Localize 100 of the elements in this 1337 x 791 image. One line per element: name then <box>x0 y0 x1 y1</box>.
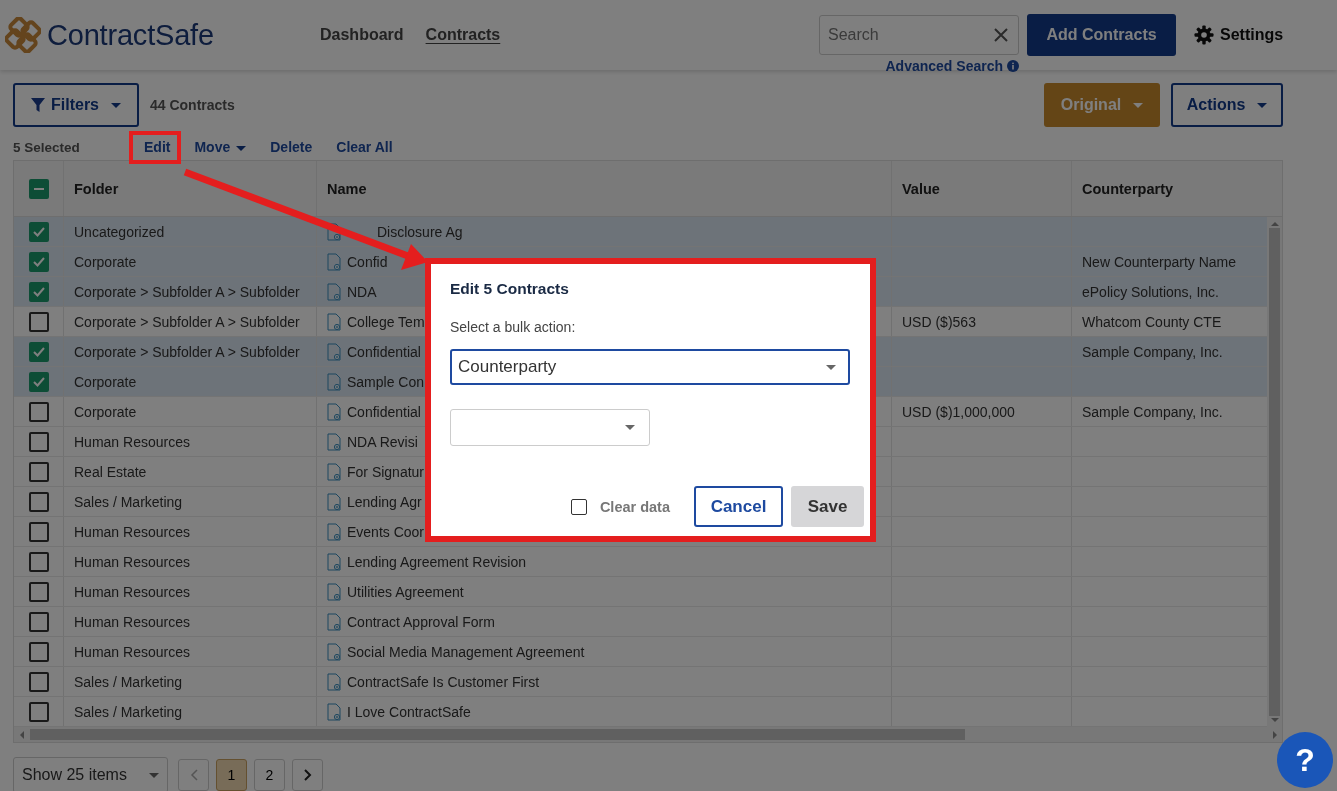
chevron-left-icon <box>189 769 198 781</box>
row-checkbox[interactable] <box>28 521 49 542</box>
cancel-button[interactable]: Cancel <box>694 486 783 527</box>
vertical-scrollbar[interactable] <box>1267 217 1282 727</box>
document-icon <box>327 342 341 361</box>
table-cell[interactable]: Contract Approval Form <box>347 613 495 630</box>
bulk-action-link[interactable]: Delete <box>270 139 313 155</box>
document-icon <box>327 672 341 691</box>
row-checkbox[interactable] <box>28 491 49 512</box>
row-checkbox[interactable] <box>28 221 49 242</box>
row-checkbox[interactable] <box>28 461 49 482</box>
column-header[interactable]: Folder <box>64 161 317 216</box>
row-checkbox[interactable] <box>28 311 49 332</box>
table-cell[interactable]: Utilities Agreement <box>347 583 464 600</box>
document-icon <box>327 462 341 481</box>
column-header[interactable]: Name <box>317 161 892 216</box>
document-icon <box>327 252 341 271</box>
table-cell: ePolicy Solutions, Inc. <box>1082 283 1219 300</box>
add-contracts-button[interactable]: Add Contracts <box>1027 14 1176 56</box>
bulk-action-link[interactable]: Clear All <box>336 139 393 155</box>
table-cell[interactable]: Disclosure Ag <box>377 223 463 240</box>
nav-link[interactable]: Contracts <box>425 26 501 44</box>
row-checkbox[interactable] <box>28 251 49 272</box>
table-cell[interactable]: ContractSafe Is Customer First <box>347 673 540 690</box>
page-button[interactable]: 1 <box>216 759 247 791</box>
next-page-button[interactable] <box>292 759 323 791</box>
logo-icon <box>5 17 41 53</box>
row-checkbox[interactable] <box>28 401 49 422</box>
document-icon <box>327 642 341 661</box>
table-cell[interactable]: Social Media Management Agreement <box>347 643 585 660</box>
dialog-title: Edit 5 Contracts <box>450 280 570 298</box>
settings-icon[interactable] <box>1194 25 1214 45</box>
table-cell: Sample Company, Inc. <box>1082 403 1223 420</box>
column-header[interactable]: Value <box>892 161 1072 216</box>
table-cell[interactable]: Confid <box>347 253 388 270</box>
table-cell: Sales / Marketing <box>74 493 183 510</box>
document-icon <box>327 492 341 511</box>
document-icon <box>327 522 341 541</box>
table-cell: USD ($)1,000,000 <box>902 403 1015 420</box>
row-checkbox[interactable] <box>28 551 49 572</box>
table-cell: Real Estate <box>74 463 147 480</box>
filters-button[interactable]: Filters <box>13 83 139 127</box>
filter-icon <box>31 98 45 112</box>
row-checkbox[interactable] <box>28 371 49 392</box>
page-size-dropdown[interactable]: Show 25 items <box>13 757 168 791</box>
bulk-action-link[interactable]: Move <box>194 139 247 155</box>
column-header[interactable]: Counterparty <box>1072 161 1282 216</box>
table-cell: Whatcom County CTE <box>1082 313 1222 330</box>
table-cell: Human Resources <box>74 553 190 570</box>
table-cell[interactable]: NDA Revisi <box>347 433 418 450</box>
close-icon[interactable] <box>993 27 1009 43</box>
table-cell: Corporate <box>74 373 137 390</box>
table-cell: Human Resources <box>74 523 190 540</box>
nav-link[interactable]: Dashboard <box>320 26 404 44</box>
selected-count: 5 Selected <box>13 139 81 155</box>
table-cell: USD ($)563 <box>902 313 976 330</box>
table-cell[interactable]: For Signatur <box>347 463 425 480</box>
table-cell: Corporate > Subfolder A > Subfolder <box>74 283 300 300</box>
search-field[interactable]: Search <box>819 15 1019 55</box>
row-checkbox[interactable] <box>28 671 49 692</box>
page-button[interactable]: 2 <box>254 759 285 791</box>
table-cell: Corporate <box>74 403 137 420</box>
table-cell[interactable]: Sample Con <box>347 373 425 390</box>
settings-link[interactable]: Settings <box>1220 26 1284 44</box>
table-cell: Corporate > Subfolder A > Subfolder <box>74 343 300 360</box>
row-checkbox[interactable] <box>28 581 49 602</box>
document-icon <box>327 372 341 391</box>
document-icon <box>327 222 341 241</box>
table-cell: Uncategorized <box>74 223 165 240</box>
table-cell[interactable]: Events Coor <box>347 523 425 540</box>
row-checkbox[interactable] <box>28 701 49 722</box>
select-all-checkbox[interactable] <box>28 178 49 199</box>
row-checkbox[interactable] <box>28 281 49 302</box>
table-cell[interactable]: I Love ContractSafe <box>347 703 471 720</box>
clear-data-label[interactable]: Clear data <box>599 498 670 515</box>
row-checkbox[interactable] <box>28 611 49 632</box>
table-cell[interactable]: Lending Agr <box>347 493 422 510</box>
checkmark-icon <box>32 256 45 267</box>
document-icon <box>327 702 341 721</box>
table-cell: Sample Company, Inc. <box>1082 343 1223 360</box>
help-button[interactable]: ? <box>1277 732 1333 788</box>
horizontal-scrollbar[interactable] <box>14 727 1282 742</box>
highlight-frame <box>129 131 181 164</box>
row-checkbox[interactable] <box>28 341 49 362</box>
contract-count: 44 Contracts <box>150 97 235 113</box>
row-checkbox[interactable] <box>28 431 49 452</box>
actions-button[interactable]: Actions <box>1171 83 1283 127</box>
clear-data-checkbox[interactable] <box>570 498 587 515</box>
checkmark-icon <box>32 226 45 237</box>
table-cell: Sales / Marketing <box>74 703 183 720</box>
bulk-action-dropdown[interactable]: Counterparty <box>450 349 850 385</box>
bulk-action-link[interactable]: Edit <box>144 139 171 155</box>
table-cell[interactable]: College Tem <box>347 313 425 330</box>
advanced-search-link[interactable]: Advanced Search <box>885 58 1003 74</box>
table-cell[interactable]: NDA <box>347 283 377 300</box>
row-checkbox[interactable] <box>28 641 49 662</box>
checkmark-icon <box>32 286 45 297</box>
table-cell[interactable]: Confidential <box>347 403 421 420</box>
table-cell[interactable]: Confidential <box>347 343 421 360</box>
table-cell[interactable]: Lending Agreement Revision <box>347 553 526 570</box>
